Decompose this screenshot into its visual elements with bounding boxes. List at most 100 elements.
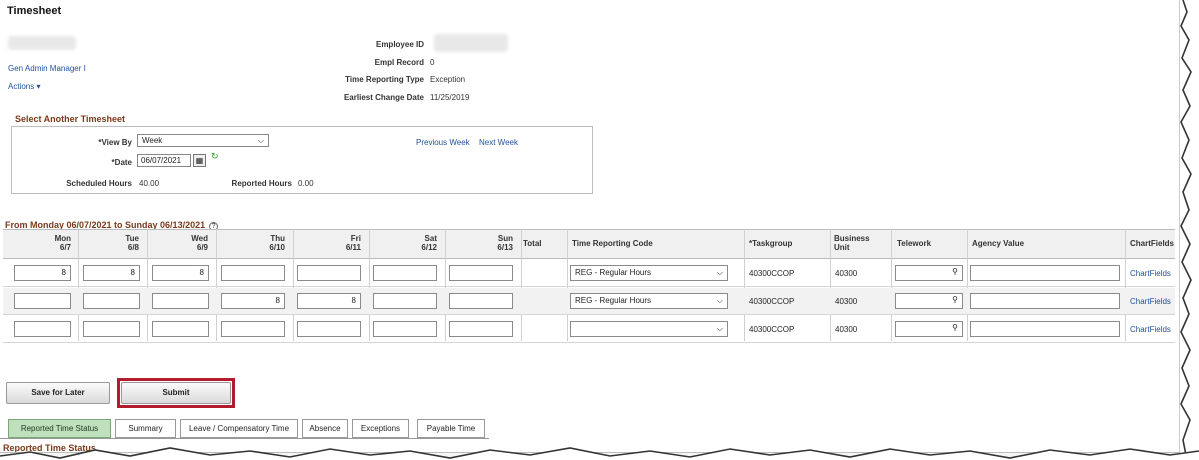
header-sun-date: 6/13: [497, 243, 513, 252]
header-business-unit: Business Unit: [834, 234, 870, 252]
agency-value-input[interactable]: [970, 293, 1120, 309]
hours-input-wed[interactable]: [152, 321, 209, 337]
torn-edge-right: [1177, 0, 1199, 460]
save-for-later-button[interactable]: Save for Later: [6, 382, 110, 404]
trc-value: REG - Regular Hours: [575, 296, 652, 305]
earliest-change-date-value: 11/25/2019: [430, 93, 470, 102]
hours-input-fri[interactable]: 8: [297, 293, 361, 309]
select-timesheet-header: Select Another Timesheet: [15, 114, 126, 124]
scheduled-hours-label: Scheduled Hours: [66, 179, 132, 188]
tab-exceptions[interactable]: Exceptions: [352, 419, 409, 438]
header-mon-day: Mon: [54, 234, 71, 243]
trc-select[interactable]: REG - Regular Hours ⌵: [570, 293, 728, 309]
hours-input-sun[interactable]: [449, 265, 513, 281]
header-tue: Tue 6/8: [91, 234, 139, 252]
torn-edge-bottom: [0, 447, 1199, 460]
employee-id-label: Employee ID: [375, 40, 424, 49]
page-title: Timesheet: [7, 5, 62, 17]
chevron-down-icon: ⌵: [716, 268, 723, 277]
empl-record-value: 0: [430, 58, 435, 67]
calendar-icon[interactable]: ▦: [193, 154, 206, 167]
header-taskgroup: *Taskgroup: [749, 239, 793, 248]
hours-input-tue[interactable]: 8: [83, 265, 140, 281]
employee-id-redacted: [434, 34, 508, 52]
header-bu-line1: Business: [834, 234, 870, 243]
grid-header: Mon 6/7 Tue 6/8 Wed 6/9 Thu 6/10 Fri 6/11 Sat…: [3, 229, 1175, 259]
reported-hours-value-wrap: 0.00: [298, 179, 314, 188]
header-wed: Wed 6/9: [160, 234, 208, 252]
hours-input-thu[interactable]: [221, 265, 285, 281]
time-reporting-type-row: Time Reporting Type Exception: [310, 75, 465, 84]
tab-reported-time-status[interactable]: Reported Time Status: [8, 419, 111, 438]
business-unit-value: 40300: [835, 325, 858, 334]
agency-value-input[interactable]: [970, 265, 1120, 281]
chartfields-link[interactable]: ChartFields: [1130, 325, 1171, 334]
table-row: ⌵ 40300CCOP 40300 ⚲ ChartFields: [3, 316, 1175, 343]
hours-input-sat[interactable]: [373, 293, 437, 309]
hours-input-fri[interactable]: [297, 265, 361, 281]
header-bu-line2: Unit: [834, 243, 850, 252]
telework-lookup[interactable]: ⚲: [895, 265, 963, 281]
timesheet-page: Timesheet Gen Admin Manager I Actions ▾ …: [0, 0, 1180, 460]
hours-input-sat[interactable]: [373, 321, 437, 337]
header-sun-day: Sun: [497, 234, 513, 243]
tab-summary[interactable]: Summary: [115, 419, 176, 438]
refresh-icon[interactable]: ↻: [211, 151, 219, 162]
previous-week-link[interactable]: Previous Week: [416, 138, 470, 147]
header-sat: Sat 6/12: [389, 234, 437, 252]
hours-input-thu[interactable]: 8: [221, 293, 285, 309]
hours-input-fri[interactable]: [297, 321, 361, 337]
header-agency-value: Agency Value: [972, 239, 1025, 248]
hours-input-wed[interactable]: [152, 293, 209, 309]
telework-lookup[interactable]: ⚲: [895, 321, 963, 337]
next-week-link[interactable]: Next Week: [479, 138, 518, 147]
search-icon[interactable]: ⚲: [952, 295, 958, 304]
hours-input-thu[interactable]: [221, 321, 285, 337]
header-total: Total: [523, 239, 542, 248]
header-sat-date: 6/12: [421, 243, 437, 252]
header-thu-date: 6/10: [269, 243, 285, 252]
hours-input-mon[interactable]: 8: [14, 265, 71, 281]
empl-record-label: Empl Record: [374, 58, 424, 67]
hours-input-sun[interactable]: [449, 293, 513, 309]
header-sat-day: Sat: [424, 234, 437, 243]
scheduled-hours-value-wrap: 40.00: [139, 179, 159, 188]
business-unit-value: 40300: [835, 269, 858, 278]
header-fri-day: Fri: [350, 234, 361, 243]
search-icon[interactable]: ⚲: [952, 323, 958, 332]
agency-value-input[interactable]: [970, 321, 1120, 337]
job-title-link[interactable]: Gen Admin Manager I: [8, 64, 86, 73]
trc-select[interactable]: ⌵: [570, 321, 728, 337]
header-tue-date: 6/8: [127, 243, 139, 252]
submit-highlight-box: [117, 378, 235, 408]
telework-lookup[interactable]: ⚲: [895, 293, 963, 309]
hours-input-sun[interactable]: [449, 321, 513, 337]
hours-input-mon[interactable]: [14, 321, 71, 337]
chevron-down-icon: ⌵: [257, 135, 264, 145]
taskgroup-value: 40300CCOP: [749, 325, 795, 334]
hours-input-wed[interactable]: 8: [152, 265, 209, 281]
time-reporting-type-label: Time Reporting Type: [345, 75, 424, 84]
taskgroup-value: 40300CCOP: [749, 269, 795, 278]
actions-menu[interactable]: Actions ▾: [8, 82, 40, 91]
hours-input-tue[interactable]: [83, 293, 140, 309]
search-icon[interactable]: ⚲: [952, 267, 958, 276]
tab-absence[interactable]: Absence: [302, 419, 348, 438]
hours-input-tue[interactable]: [83, 321, 140, 337]
chartfields-link[interactable]: ChartFields: [1130, 297, 1171, 306]
hours-input-sat[interactable]: [373, 265, 437, 281]
view-by-select[interactable]: Week ⌵: [137, 134, 269, 147]
reported-hours-label: Reported Hours: [231, 179, 292, 188]
tab-leave-compensatory-time[interactable]: Leave / Compensatory Time: [180, 419, 298, 438]
chartfields-link[interactable]: ChartFields: [1130, 269, 1171, 278]
tab-payable-time[interactable]: Payable Time: [417, 419, 485, 438]
date-input[interactable]: 06/07/2021: [137, 154, 191, 167]
employee-id-row: Employee ID: [310, 40, 430, 49]
view-by-label: *View By: [98, 138, 132, 147]
trc-select[interactable]: REG - Regular Hours ⌵: [570, 265, 728, 281]
hours-input-mon[interactable]: [14, 293, 71, 309]
header-fri-date: 6/11: [345, 243, 361, 252]
header-mon: Mon 6/7: [23, 234, 71, 252]
header-trc: Time Reporting Code: [572, 239, 653, 248]
taskgroup-value: 40300CCOP: [749, 297, 795, 306]
